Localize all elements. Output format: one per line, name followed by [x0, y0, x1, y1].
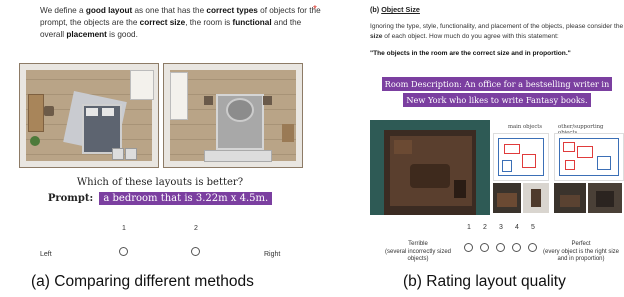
intro-segment: is good. — [106, 30, 138, 39]
intro-segment: , the room is — [185, 18, 233, 27]
scale-number-4: 4 — [515, 224, 519, 231]
scale-number-5: 5 — [531, 224, 535, 231]
rating-radio-1[interactable] — [464, 243, 473, 252]
section-title-label: Object Size — [381, 5, 420, 14]
prompt-highlight: a bedroom that is 3.22m x 4.5m. — [99, 192, 273, 205]
scale-number-2: 2 — [483, 224, 487, 231]
rating-radio-4[interactable] — [512, 243, 521, 252]
radio-option-1[interactable] — [119, 247, 128, 256]
intro-emphasis: functional — [232, 18, 272, 27]
object-thumb-3 — [554, 183, 586, 213]
other-objects-plan — [554, 133, 624, 181]
layout-image-right — [163, 63, 303, 168]
rating-radio-5[interactable] — [528, 243, 537, 252]
required-marker: * — [313, 4, 317, 15]
room-description: Room Description: An office for a bestse… — [377, 76, 617, 108]
intro-text: We define a good layout as one that has … — [40, 5, 325, 41]
rating-radio-3[interactable] — [496, 243, 505, 252]
high-anchor-label: Perfect (every object is the right size … — [542, 241, 620, 262]
rating-radio-2[interactable] — [480, 243, 489, 252]
office-render-image — [370, 120, 490, 215]
statement-text: "The objects in the room are the correct… — [370, 50, 571, 57]
intro-segment: as one that has the — [132, 6, 207, 15]
option-number-1: 1 — [122, 225, 126, 232]
object-thumb-1 — [493, 183, 521, 213]
scale-number-3: 3 — [499, 224, 503, 231]
radio-option-2[interactable] — [191, 247, 200, 256]
intro-emphasis: placement — [66, 30, 107, 39]
main-objects-plan — [493, 133, 549, 181]
left-label: Left — [40, 251, 52, 258]
intro-emphasis: correct size — [139, 18, 186, 27]
caption-b: (b) Rating layout quality — [403, 273, 566, 290]
section-title: (b) Object Size — [370, 5, 420, 14]
intro-segment: We define a — [40, 6, 86, 15]
option-number-2: 2 — [194, 225, 198, 232]
intro-emphasis: good layout — [85, 6, 133, 15]
prompt-label: Prompt: — [47, 193, 94, 204]
instructions-text: Ignoring the type, style, functionality,… — [370, 23, 624, 40]
question-text: Which of these layouts is better? — [76, 177, 244, 188]
scale-number-1: 1 — [467, 224, 471, 231]
caption-a: (a) Comparing different methods — [31, 273, 254, 290]
intro-emphasis: correct types — [206, 6, 258, 15]
low-anchor-label: Terrible (several incorrectly sized obje… — [384, 241, 452, 262]
layout-image-left — [19, 63, 159, 168]
main-objects-label: main objects — [508, 124, 543, 130]
right-label: Right — [264, 251, 281, 258]
prompt-row: Prompt: a bedroom that is 3.22m x 4.5m. — [0, 192, 320, 205]
object-thumb-2 — [523, 183, 549, 213]
object-thumb-4 — [588, 183, 622, 213]
